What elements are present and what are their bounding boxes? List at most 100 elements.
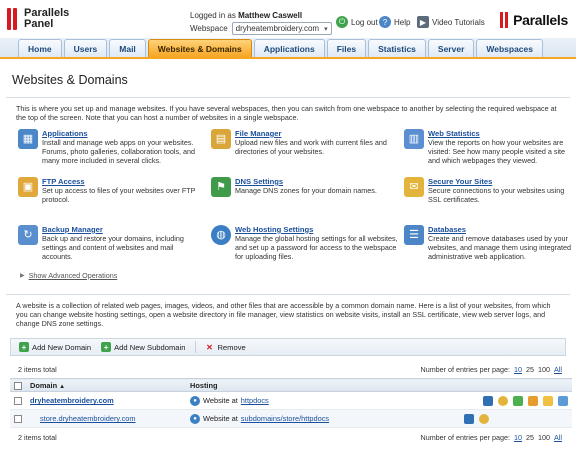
entries-per-page: Number of entries per page: 10 25 100 Al… [421, 365, 563, 374]
add-new-domain-button[interactable]: + Add New Domain [19, 342, 92, 353]
top-header: Parallels Panel Logged in as Matthew Cas… [0, 0, 576, 38]
page-title: Websites & Domains [12, 73, 128, 87]
column-hosting: Hosting [186, 378, 462, 393]
per-page-option-10[interactable]: 10 [514, 365, 522, 374]
feature-desc-file-manager: Upload new files and work with current f… [235, 137, 387, 156]
tab-server[interactable]: Server [427, 39, 475, 57]
feature-desc-backup-manager: Back up and restore your domains, includ… [42, 233, 184, 261]
databases-icon[interactable]: ☰ [404, 224, 424, 245]
tab-mail[interactable]: Mail [109, 39, 146, 57]
dns-action-icon[interactable] [558, 395, 568, 406]
dns-settings-icon[interactable]: ⚑ [211, 176, 231, 197]
logs-action-icon[interactable] [543, 395, 553, 406]
webspace-value: dryheatembroidery.com [235, 24, 320, 33]
brand-name: Parallels [513, 12, 568, 28]
user-name[interactable]: Matthew Caswell [238, 11, 302, 20]
feature-desc-databases: Create and remove databases used by your… [428, 233, 572, 261]
feature-title-applications[interactable]: Applications [42, 129, 205, 138]
per-page-option-100[interactable]: 100 [538, 365, 550, 374]
ftp-access-icon[interactable]: ▣ [18, 176, 38, 197]
parallels-bars-icon [500, 12, 510, 28]
per-page-option-all[interactable]: All [554, 365, 562, 374]
file-manager-action-icon[interactable] [498, 395, 508, 406]
row-checkbox[interactable] [14, 397, 22, 406]
add-new-subdomain-label: Add New Subdomain [114, 342, 186, 352]
expand-triangle-icon: ▶ [20, 272, 25, 279]
parallels-panel-logo[interactable]: Parallels Panel [6, 6, 74, 32]
web-statistics-icon[interactable]: ▥ [404, 128, 424, 149]
table-header-row: Domain ▲ Hosting [10, 378, 572, 393]
feature-secure-sites: ✉ Secure Your Sites Secure connections to… [404, 176, 574, 217]
feature-file-manager: ▤ File Manager Upload new files and work … [211, 128, 398, 169]
feature-desc-applications: Install and manage web apps on your webs… [42, 137, 196, 165]
tab-webspaces[interactable]: Webspaces [476, 39, 543, 57]
hosting-settings-icon[interactable] [464, 413, 474, 424]
ssl-action-icon[interactable] [528, 395, 538, 406]
tab-files[interactable]: Files [326, 39, 367, 57]
feature-grid: ▦ Applications Install and manage web app… [18, 128, 571, 265]
page-intro: This is where you set up and manage webs… [16, 104, 557, 123]
logout-link[interactable]: ⏻ Log out [336, 16, 378, 28]
feature-title-web-statistics[interactable]: Web Statistics [428, 129, 574, 138]
help-link[interactable]: ? Help [379, 16, 410, 28]
per-page-option-25[interactable]: 25 [526, 433, 534, 442]
hosting-info: ● Website at subdomains/store/httpdocs [190, 413, 458, 424]
logout-label: Log out [351, 17, 378, 27]
feature-title-secure-sites[interactable]: Secure Your Sites [428, 177, 574, 186]
secure-sites-icon[interactable]: ✉ [404, 176, 424, 197]
backup-manager-icon[interactable]: ↻ [18, 224, 38, 245]
column-domain[interactable]: Domain ▲ [26, 378, 186, 393]
domains-toolbar: + Add New Domain + Add New Subdomain ✕ R… [10, 338, 566, 357]
add-new-subdomain-button[interactable]: + Add New Subdomain [101, 342, 186, 353]
sort-ascending-icon: ▲ [59, 383, 66, 390]
hosting-directory-link[interactable]: httpdocs [241, 396, 269, 405]
hosting-info: ● Website at httpdocs [190, 395, 458, 406]
row-checkbox[interactable] [14, 415, 22, 424]
tab-users[interactable]: Users [63, 39, 108, 57]
feature-databases: ☰ Databases Create and remove databases u… [404, 224, 574, 265]
tab-applications[interactable]: Applications [253, 39, 325, 57]
hosting-prefix: Website at [203, 396, 238, 406]
main-content: Websites & Domains This is where you set… [0, 73, 576, 442]
website-globe-icon: ● [190, 413, 200, 424]
add-subdomain-icon: + [101, 342, 112, 353]
per-page-option-100[interactable]: 100 [538, 433, 550, 442]
select-all-checkbox[interactable] [14, 381, 22, 390]
file-manager-action-icon[interactable] [479, 413, 489, 424]
tab-home[interactable]: Home [18, 39, 62, 57]
tab-websites-domains[interactable]: Websites & Domains [147, 39, 252, 57]
feature-applications: ▦ Applications Install and manage web app… [18, 128, 205, 169]
feature-title-file-manager[interactable]: File Manager [235, 129, 398, 138]
per-page-label: Number of entries per page: [420, 433, 511, 443]
add-new-domain-label: Add New Domain [32, 342, 92, 352]
per-page-option-25[interactable]: 25 [526, 365, 534, 374]
webspace-select[interactable]: dryheatembroidery.com ▾ [231, 22, 332, 35]
hosting-settings-icon[interactable] [483, 395, 493, 406]
feature-web-hosting-settings: ◍ Web Hosting Settings Manage the global … [211, 224, 398, 265]
feature-desc-web-hosting-settings: Manage the global hosting settings for a… [235, 233, 398, 261]
statistics-action-icon[interactable] [513, 395, 523, 406]
help-icon: ? [379, 16, 391, 28]
feature-backup-manager: ↻ Backup Manager Back up and restore your… [18, 224, 205, 265]
video-tutorials-link[interactable]: ▶ Video Tutorials [417, 16, 485, 28]
items-total: 2 items total [18, 433, 57, 443]
applications-icon[interactable]: ▦ [18, 128, 38, 149]
feature-title-dns-settings[interactable]: DNS Settings [235, 177, 377, 186]
subdomain-link[interactable]: store.dryheatembroidery.com [40, 414, 136, 423]
feature-title-ftp-access[interactable]: FTP Access [42, 177, 205, 186]
column-hosting-label: Hosting [190, 380, 218, 390]
domain-link[interactable]: dryheatembroidery.com [30, 396, 114, 405]
hosting-directory-link[interactable]: subdomains/store/httpdocs [241, 414, 329, 423]
show-advanced-operations[interactable]: ▶ Show Advanced Operations [20, 271, 570, 280]
web-hosting-icon[interactable]: ◍ [211, 224, 231, 245]
feature-title-backup-manager[interactable]: Backup Manager [42, 225, 205, 234]
per-page-option-10[interactable]: 10 [514, 433, 522, 442]
feature-title-web-hosting-settings[interactable]: Web Hosting Settings [235, 225, 398, 234]
file-manager-icon[interactable]: ▤ [211, 128, 231, 149]
remove-button[interactable]: ✕ Remove [204, 342, 246, 352]
tab-statistics[interactable]: Statistics [368, 39, 426, 57]
feature-title-databases[interactable]: Databases [428, 225, 574, 234]
per-page-option-all[interactable]: All [554, 433, 562, 442]
feature-ftp-access: ▣ FTP Access Set up access to files of yo… [18, 176, 205, 217]
section-divider [6, 293, 570, 295]
